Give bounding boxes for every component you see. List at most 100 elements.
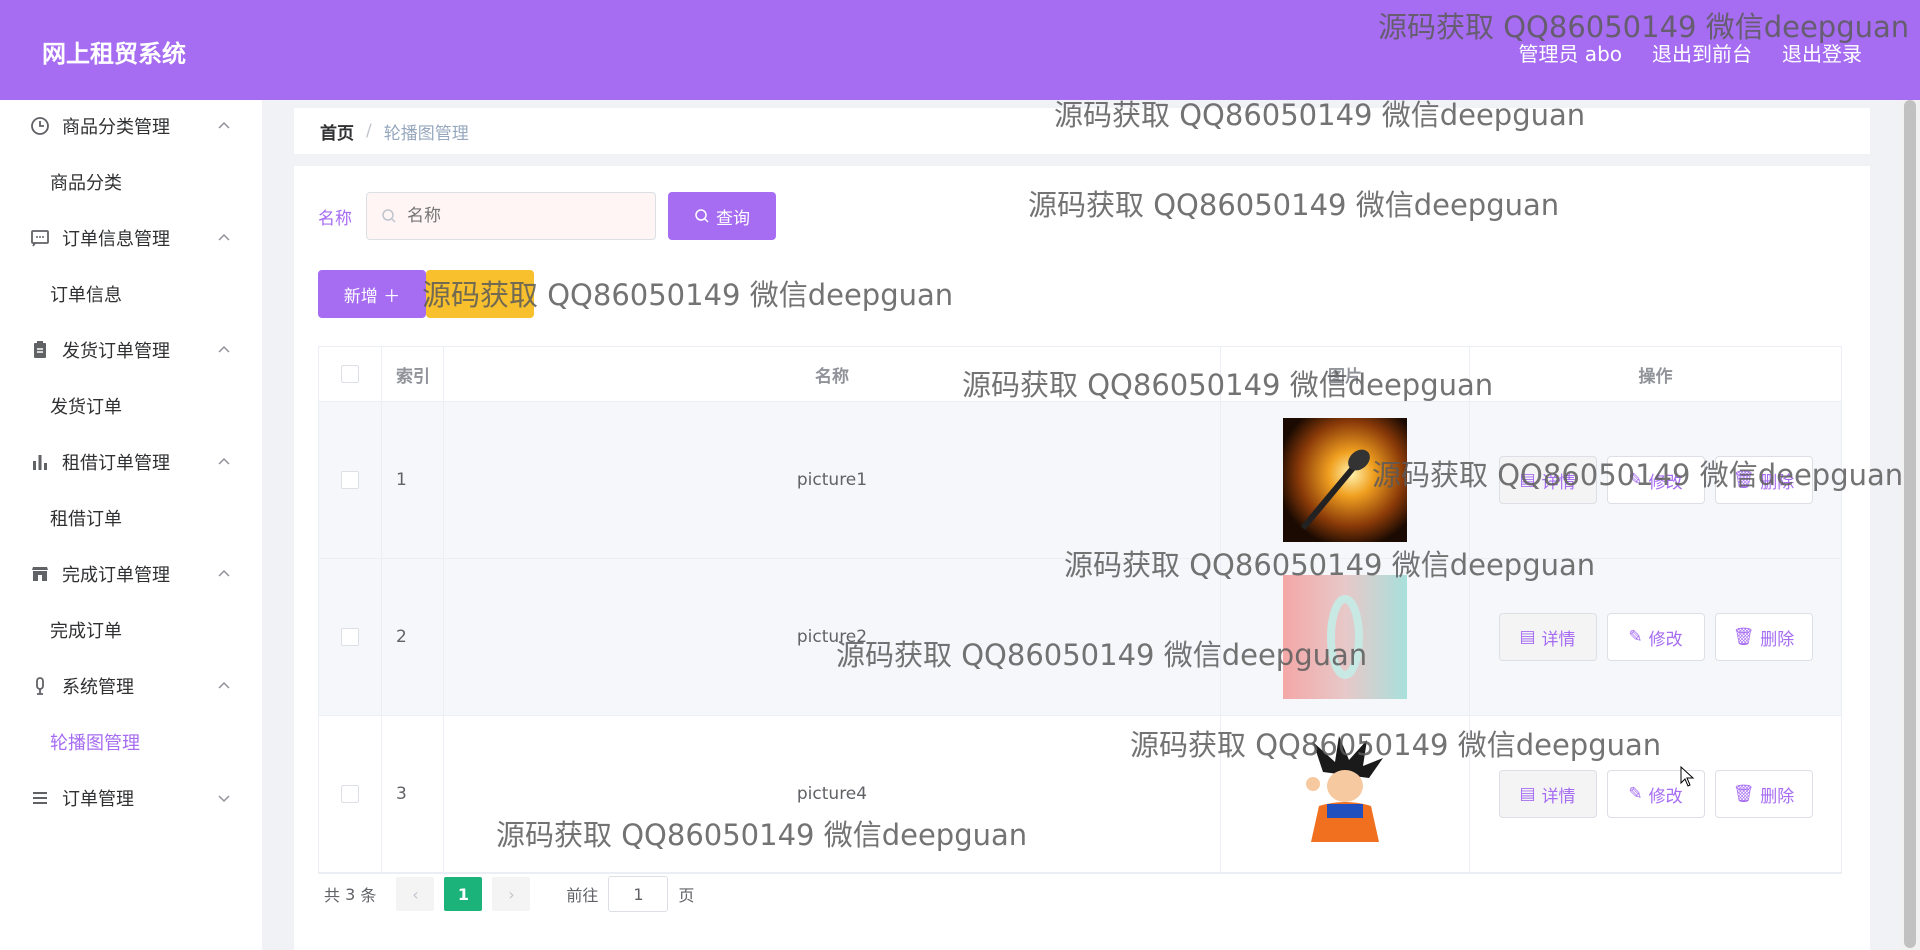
row-ops: ▤ 详情 ✎ 修改 🗑 删除 xyxy=(1470,716,1841,872)
menu-title-completed[interactable]: 完成订单管理 xyxy=(0,548,262,600)
delete-button[interactable]: 🗑 删除 xyxy=(1714,613,1813,661)
cartoon-character-photo xyxy=(1283,732,1407,856)
row-index: 2 xyxy=(382,559,444,715)
detail-button[interactable]: ▤ 详情 xyxy=(1498,613,1597,661)
list-icon xyxy=(30,788,50,808)
page-scrollbar[interactable] xyxy=(1900,100,1920,950)
menu-title-orders[interactable]: 订单管理 xyxy=(0,772,262,824)
menu-group-system: 系统管理 轮播图管理 xyxy=(0,660,262,772)
row-index: 1 xyxy=(382,402,444,558)
chevron-up-icon xyxy=(218,569,230,577)
breadcrumb-home[interactable]: 首页 xyxy=(320,119,354,144)
sidebar-item-carousel[interactable]: 轮播图管理 xyxy=(0,712,262,772)
detail-label: 详情 xyxy=(1541,629,1576,650)
menu-group-order-info: 订单信息管理 订单信息 xyxy=(0,212,262,324)
total-suffix: 条 xyxy=(360,886,377,905)
delete-label: 删除 xyxy=(1760,472,1795,493)
sidebar-item-category[interactable]: 商品分类 xyxy=(0,152,262,212)
microphone-photo xyxy=(1283,418,1407,542)
trash-icon: 🗑 xyxy=(1732,784,1755,804)
delete-label: 删除 xyxy=(1760,629,1795,650)
menu-title-label: 系统管理 xyxy=(62,677,134,698)
detail-button[interactable]: ▤ 详情 xyxy=(1498,770,1597,818)
delete-button[interactable]: 🗑 删除 xyxy=(1714,770,1813,818)
row-image-cell xyxy=(1221,559,1470,715)
column-header-ops: 操作 xyxy=(1638,366,1673,387)
detail-label: 详情 xyxy=(1541,472,1576,493)
table-row: 2 picture2 ▤ 详情 ✎ 修改 🗑 删除 xyxy=(319,559,1841,716)
batch-delete-button[interactable] xyxy=(426,270,534,318)
menu-title-label: 完成订单管理 xyxy=(62,565,170,586)
column-header-image: 图片 xyxy=(1221,347,1470,401)
row-name: picture4 xyxy=(444,716,1221,872)
row-name: picture2 xyxy=(444,559,1221,715)
page-suffix: 页 xyxy=(678,886,695,905)
prev-page-button[interactable]: ‹ xyxy=(396,877,435,911)
menu-group-orders: 订单管理 xyxy=(0,772,262,824)
logout-link[interactable]: 退出登录 xyxy=(1782,38,1862,67)
sidebar-item-rental[interactable]: 租借订单 xyxy=(0,488,262,548)
edit-button[interactable]: ✎ 修改 xyxy=(1606,456,1705,504)
query-button[interactable]: 查询 xyxy=(668,192,776,240)
goto-page-input[interactable]: 1 xyxy=(608,876,669,912)
goto-label: 前往 xyxy=(566,886,599,905)
trash-icon: 🗑 xyxy=(1732,627,1755,647)
menu-title-category[interactable]: 商品分类管理 xyxy=(0,100,262,152)
document-icon: ▤ xyxy=(1519,627,1536,647)
menu-group-rental: 租借订单管理 租借订单 xyxy=(0,436,262,548)
document-icon: ▤ xyxy=(1519,784,1536,804)
menu-group-category: 商品分类管理 商品分类 xyxy=(0,100,262,212)
sidebar-item-completed[interactable]: 完成订单 xyxy=(0,600,262,660)
top-header: 网上租贸系统 管理员 abo 退出到前台 退出登录 xyxy=(0,0,1920,100)
chevron-up-icon xyxy=(218,233,230,241)
sidebar-item-order-info[interactable]: 订单信息 xyxy=(0,264,262,324)
search-field[interactable] xyxy=(366,192,656,240)
detail-button[interactable]: ▤ 详情 xyxy=(1498,456,1597,504)
menu-group-shipping: 发货订单管理 发货订单 xyxy=(0,324,262,436)
menu-title-system[interactable]: 系统管理 xyxy=(0,660,262,712)
sidebar-item-shipping[interactable]: 发货订单 xyxy=(0,376,262,436)
delete-label: 删除 xyxy=(1760,786,1795,807)
row-checkbox-cell xyxy=(319,559,382,715)
content-panel: 名称 查询 新增 ＋ 索引 名称 图片 操作 xyxy=(294,166,1870,950)
breadcrumb: 首页 / 轮播图管理 xyxy=(294,108,1870,154)
row-image-cell xyxy=(1221,402,1470,558)
menu-title-label: 发货订单管理 xyxy=(62,341,170,362)
next-page-button[interactable]: › xyxy=(492,877,531,911)
search-icon xyxy=(382,209,396,223)
menu-title-shipping[interactable]: 发货订单管理 xyxy=(0,324,262,376)
select-all-checkbox[interactable] xyxy=(341,365,359,383)
table-row: 3 picture4 ▤ 详情 ✎ 修改 🗑 删除 xyxy=(319,716,1841,873)
mouse-cursor-icon xyxy=(1680,766,1695,787)
to-front-link[interactable]: 退出到前台 xyxy=(1652,38,1752,67)
search-label: 名称 xyxy=(318,208,352,229)
clock-icon xyxy=(30,116,50,136)
column-header-index: 索引 xyxy=(382,347,444,401)
chevron-down-icon xyxy=(218,795,230,803)
add-button[interactable]: 新增 ＋ xyxy=(318,270,426,318)
clipboard-icon xyxy=(30,340,50,360)
row-checkbox-cell xyxy=(319,402,382,558)
scrollbar-thumb[interactable] xyxy=(1904,100,1916,948)
page-1-button[interactable]: 1 xyxy=(444,877,483,911)
row-image-cell xyxy=(1221,716,1470,872)
delete-button[interactable]: 🗑 删除 xyxy=(1714,456,1813,504)
row-checkbox[interactable] xyxy=(341,471,359,489)
menu-title-rental[interactable]: 租借订单管理 xyxy=(0,436,262,488)
row-checkbox[interactable] xyxy=(341,628,359,646)
document-icon: ▤ xyxy=(1519,470,1536,490)
main-content: 首页 / 轮播图管理 名称 查询 新增 ＋ 索引 名称 图片 xyxy=(262,100,1920,950)
edit-button[interactable]: ✎ 修改 xyxy=(1606,613,1705,661)
menu-title-order-info[interactable]: 订单信息管理 xyxy=(0,212,262,264)
chevron-right-icon: › xyxy=(508,884,515,904)
edit-label: 修改 xyxy=(1648,786,1683,807)
row-name: picture1 xyxy=(444,402,1221,558)
search-row: 名称 查询 xyxy=(318,192,776,240)
search-input[interactable] xyxy=(405,205,639,227)
user-label[interactable]: 管理员 abo xyxy=(1518,38,1622,67)
chat-icon xyxy=(30,228,50,248)
edit-label: 修改 xyxy=(1648,629,1683,650)
chevron-up-icon xyxy=(218,121,230,129)
header-links: 管理员 abo 退出到前台 退出登录 xyxy=(1518,38,1862,67)
row-checkbox[interactable] xyxy=(341,785,359,803)
